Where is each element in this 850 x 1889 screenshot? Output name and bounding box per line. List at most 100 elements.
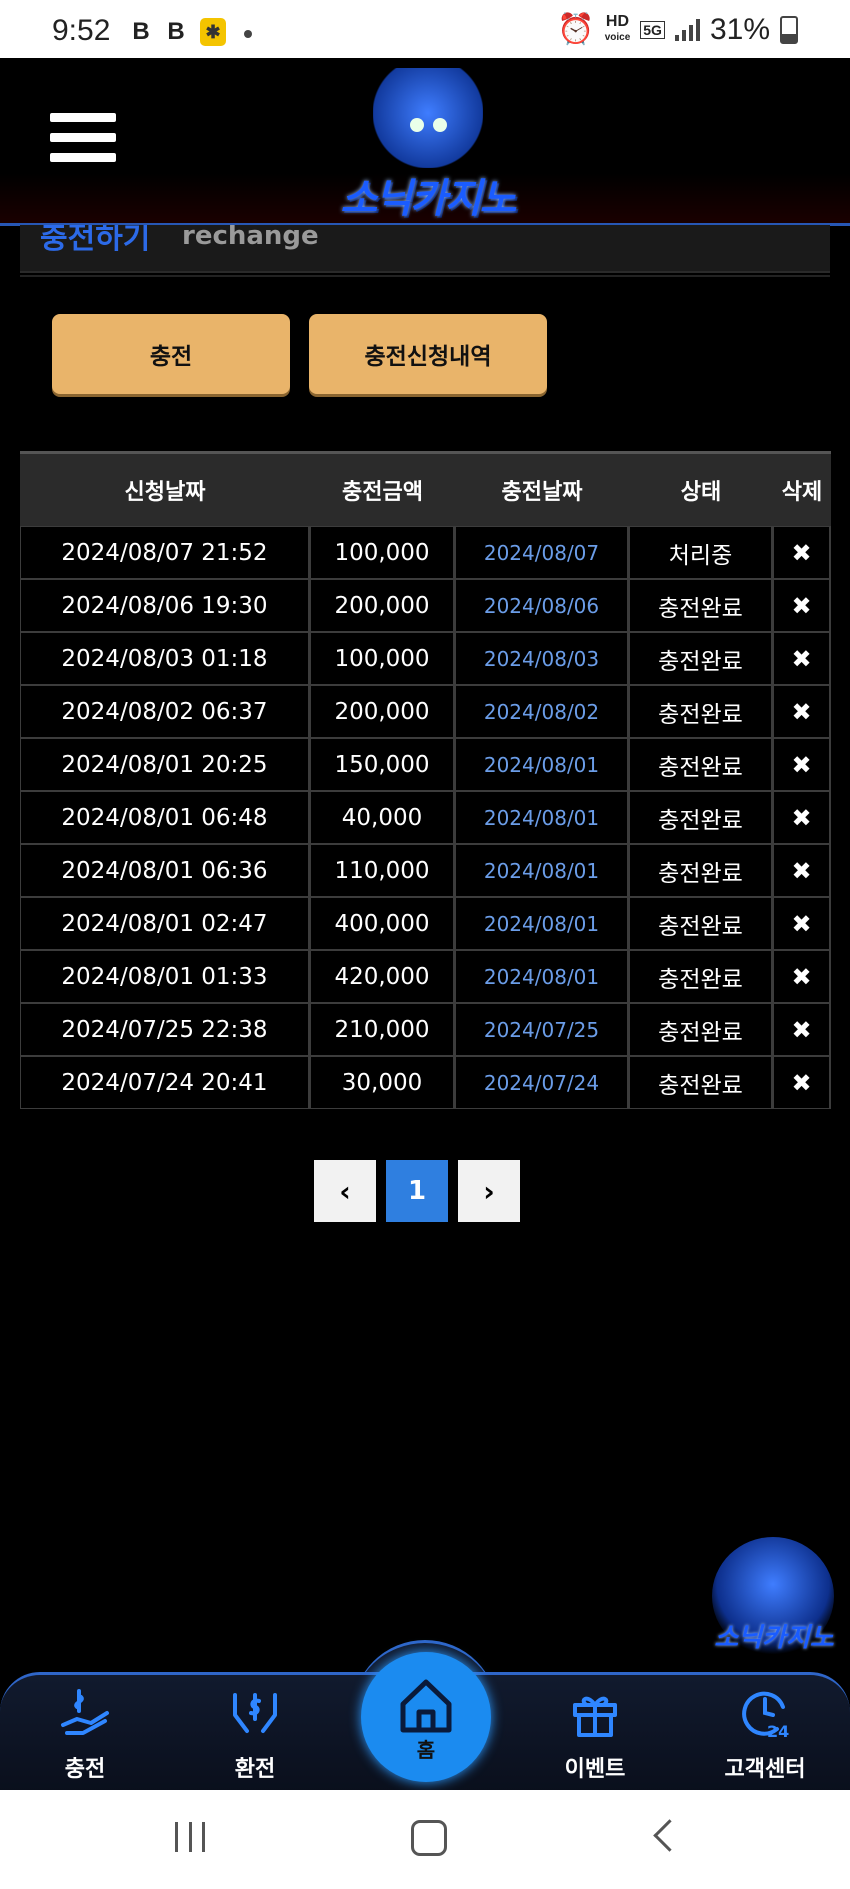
system-back-icon[interactable]	[653, 1819, 686, 1852]
delete-x-icon[interactable]: ✖	[791, 910, 811, 938]
app-notification-icon: ✱	[200, 18, 226, 46]
battery-icon	[780, 15, 798, 44]
delete-cell[interactable]: ✖	[773, 791, 831, 844]
delete-cell[interactable]: ✖	[773, 738, 831, 791]
request-date-cell: 2024/08/01 06:36	[20, 844, 310, 897]
request-date-cell: 2024/07/25 22:38	[20, 1003, 310, 1056]
table-header-row: 신청날짜 충전금액 충전날짜 상태 삭제	[20, 451, 831, 526]
support-24-icon: 24	[742, 1691, 789, 1741]
charge-date-cell: 2024/08/01	[455, 844, 629, 897]
delete-cell[interactable]: ✖	[773, 685, 831, 738]
nav-home-button[interactable]: 홈	[361, 1652, 491, 1782]
system-nav-bar	[0, 1790, 850, 1889]
next-page-button[interactable]: ›	[458, 1160, 520, 1222]
amount-cell: 110,000	[310, 844, 455, 897]
delete-x-icon[interactable]: ✖	[791, 751, 811, 779]
network-5g-icon: 5G	[640, 20, 665, 39]
nav-support[interactable]: 24 고객센터	[705, 1685, 825, 1783]
table-row: 2024/08/07 21:52 100,000 2024/08/07 처리중 ✖	[20, 526, 831, 579]
col-delete: 삭제	[773, 451, 831, 526]
recent-apps-icon[interactable]	[175, 1822, 205, 1852]
page-title-english: rechange	[182, 225, 319, 251]
table-row: 2024/08/01 06:36 110,000 2024/08/01 충전완료 ✖	[20, 844, 831, 897]
request-date-cell: 2024/08/02 06:37	[20, 685, 310, 738]
charge-date-cell: 2024/08/01	[455, 791, 629, 844]
col-status: 상태	[629, 451, 773, 526]
delete-x-icon[interactable]: ✖	[791, 1069, 811, 1097]
nav-home-label: 홈	[416, 1738, 436, 1762]
table-row: 2024/07/25 22:38 210,000 2024/07/25 충전완료 ✖	[20, 1003, 831, 1056]
charge-date-cell: 2024/08/06	[455, 579, 629, 632]
delete-cell[interactable]: ✖	[773, 526, 831, 579]
amount-cell: 200,000	[310, 685, 455, 738]
signal-icon	[674, 18, 700, 41]
delete-x-icon[interactable]: ✖	[791, 645, 811, 673]
floating-logo-text: 소닉카지노	[714, 1623, 834, 1653]
prev-page-button[interactable]: ‹	[314, 1160, 376, 1222]
delete-x-icon[interactable]: ✖	[791, 592, 811, 620]
battery-percent: 31%	[709, 12, 770, 46]
status-time: 9:52	[52, 14, 111, 47]
nav-exchange[interactable]: 환전	[195, 1685, 315, 1783]
status-cell: 충전완료	[629, 950, 773, 1003]
delete-x-icon[interactable]: ✖	[791, 698, 811, 726]
table-row: 2024/08/01 20:25 150,000 2024/08/01 충전완료 ✖	[20, 738, 831, 791]
charge-date-cell: 2024/08/01	[455, 897, 629, 950]
alarm-icon: ⏰	[557, 13, 595, 46]
request-date-cell: 2024/08/01 02:47	[20, 897, 310, 950]
nav-support-label: 고객센터	[724, 1757, 806, 1782]
svg-text:24: 24	[767, 1722, 789, 1741]
system-home-icon[interactable]	[411, 1820, 447, 1856]
delete-x-icon[interactable]: ✖	[791, 963, 811, 991]
logo-text: 소닉카지노	[340, 176, 517, 222]
pagination: ‹ 1 ›	[314, 1160, 520, 1222]
delete-cell[interactable]: ✖	[773, 844, 831, 897]
delete-cell[interactable]: ✖	[773, 632, 831, 685]
amount-cell: 200,000	[310, 579, 455, 632]
nav-charge[interactable]: 충전	[25, 1685, 145, 1783]
request-date-cell: 2024/08/07 21:52	[20, 526, 310, 579]
status-cell: 충전완료	[629, 1056, 773, 1109]
page-number-button[interactable]: 1	[386, 1160, 448, 1222]
charge-button[interactable]: 충전	[52, 314, 290, 394]
delete-cell[interactable]: ✖	[773, 1003, 831, 1056]
notification-dot-icon	[244, 30, 252, 38]
delete-x-icon[interactable]: ✖	[791, 539, 811, 567]
col-amount: 충전금액	[310, 451, 455, 526]
site-logo[interactable]: 소닉카지노	[325, 68, 530, 222]
page-title: 충전하기 rechange	[20, 225, 830, 273]
hamburger-menu-icon[interactable]	[50, 113, 116, 171]
delete-cell[interactable]: ✖	[773, 1056, 831, 1109]
table-row: 2024/08/06 19:30 200,000 2024/08/06 충전완료 ✖	[20, 579, 831, 632]
status-cell: 충전완료	[629, 685, 773, 738]
request-date-cell: 2024/08/01 01:33	[20, 950, 310, 1003]
delete-cell[interactable]: ✖	[773, 579, 831, 632]
delete-x-icon[interactable]: ✖	[791, 857, 811, 885]
delete-cell[interactable]: ✖	[773, 897, 831, 950]
charge-history-table: 신청날짜 충전금액 충전날짜 상태 삭제 2024/08/07 21:52 100…	[20, 451, 831, 1109]
status-cell: 충전완료	[629, 738, 773, 791]
table-row: 2024/08/03 01:18 100,000 2024/08/03 충전완료 ✖	[20, 632, 831, 685]
status-bar: 9:52 B B ✱ ⏰ HD voice 5G 31%	[0, 0, 850, 58]
status-indicators: ⏰ HD voice 5G 31%	[557, 12, 798, 47]
delete-x-icon[interactable]: ✖	[791, 1016, 811, 1044]
delete-cell[interactable]: ✖	[773, 950, 831, 1003]
status-cell: 처리중	[629, 526, 773, 579]
divider	[20, 275, 830, 277]
amount-cell: 420,000	[310, 950, 455, 1003]
status-cell: 충전완료	[629, 1003, 773, 1056]
nav-event-label: 이벤트	[564, 1757, 626, 1782]
chevron-left-icon: ‹	[339, 1174, 351, 1208]
request-date-cell: 2024/08/01 06:48	[20, 791, 310, 844]
charge-history-button[interactable]: 충전신청내역	[309, 314, 547, 394]
amount-cell: 100,000	[310, 632, 455, 685]
app-b-icon: B	[167, 18, 185, 45]
floating-logo-button[interactable]: 소닉카지노	[712, 1537, 834, 1655]
nav-event[interactable]: 이벤트	[535, 1685, 655, 1783]
delete-x-icon[interactable]: ✖	[791, 804, 811, 832]
nav-charge-label: 충전	[64, 1757, 106, 1782]
status-cell: 충전완료	[629, 579, 773, 632]
chevron-right-icon: ›	[483, 1174, 495, 1208]
home-icon	[400, 1679, 452, 1733]
charge-date-cell: 2024/08/07	[455, 526, 629, 579]
